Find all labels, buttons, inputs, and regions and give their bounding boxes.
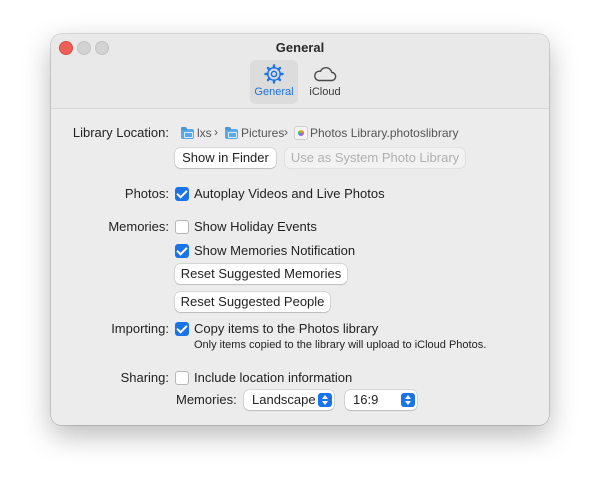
sharing-memories-label: Memories: [176, 392, 237, 407]
use-as-system-photo-library-button[interactable]: Use as System Photo Library [285, 148, 465, 168]
holiday-events-checkbox[interactable] [175, 220, 189, 234]
library-location-label: Library Location: [72, 125, 169, 140]
window-title: General [275, 40, 325, 55]
orientation-value: Landscape [252, 392, 316, 407]
importing-note: Only items copied to the library will up… [194, 339, 487, 351]
copy-items-label: Copy items to the Photos library [194, 321, 379, 336]
orientation-popup[interactable]: Landscape [244, 390, 334, 410]
reset-suggested-people-button[interactable]: Reset Suggested People [175, 292, 330, 312]
folder-icon [225, 127, 238, 139]
folder-icon [181, 127, 194, 139]
aspect-ratio-value: 16:9 [353, 392, 379, 407]
path-item-lxs[interactable]: lxs [197, 126, 212, 140]
tab-general-label: General [254, 86, 294, 98]
photos-library-icon [294, 126, 308, 140]
preferences-window: General General iCloud Library Location:… [51, 34, 549, 425]
memories-notification-label: Show Memories Notification [194, 243, 356, 258]
tab-icloud-label: iCloud [309, 86, 341, 98]
tab-icloud[interactable]: iCloud [303, 60, 347, 104]
cloud-icon [314, 66, 337, 82]
path-separator: › [214, 125, 218, 139]
reset-suggested-memories-button[interactable]: Reset Suggested Memories [175, 264, 347, 284]
path-item-pictures[interactable]: Pictures [241, 126, 284, 140]
path-item-photos-library[interactable]: Photos Library.photoslibrary [310, 126, 459, 140]
gear-icon [264, 64, 284, 84]
memories-label: Memories: [108, 219, 169, 234]
autoplay-label: Autoplay Videos and Live Photos [194, 186, 385, 201]
location-label: Include location information [194, 370, 353, 385]
path-separator: › [284, 125, 288, 139]
show-in-finder-button[interactable]: Show in Finder [175, 148, 276, 168]
holiday-events-label: Show Holiday Events [194, 219, 317, 234]
sharing-label: Sharing: [120, 370, 169, 385]
photos-label: Photos: [124, 186, 169, 201]
importing-label: Importing: [111, 321, 169, 336]
copy-items-checkbox[interactable] [175, 322, 189, 336]
memories-notification-checkbox[interactable] [175, 244, 189, 258]
aspect-ratio-popup[interactable]: 16:9 [345, 390, 417, 410]
tab-general[interactable]: General [250, 60, 298, 104]
autoplay-checkbox[interactable] [175, 187, 189, 201]
toolbar: General General iCloud [51, 34, 549, 109]
chevron-updown-icon [401, 393, 415, 407]
location-checkbox[interactable] [175, 371, 189, 385]
chevron-updown-icon [318, 393, 332, 407]
